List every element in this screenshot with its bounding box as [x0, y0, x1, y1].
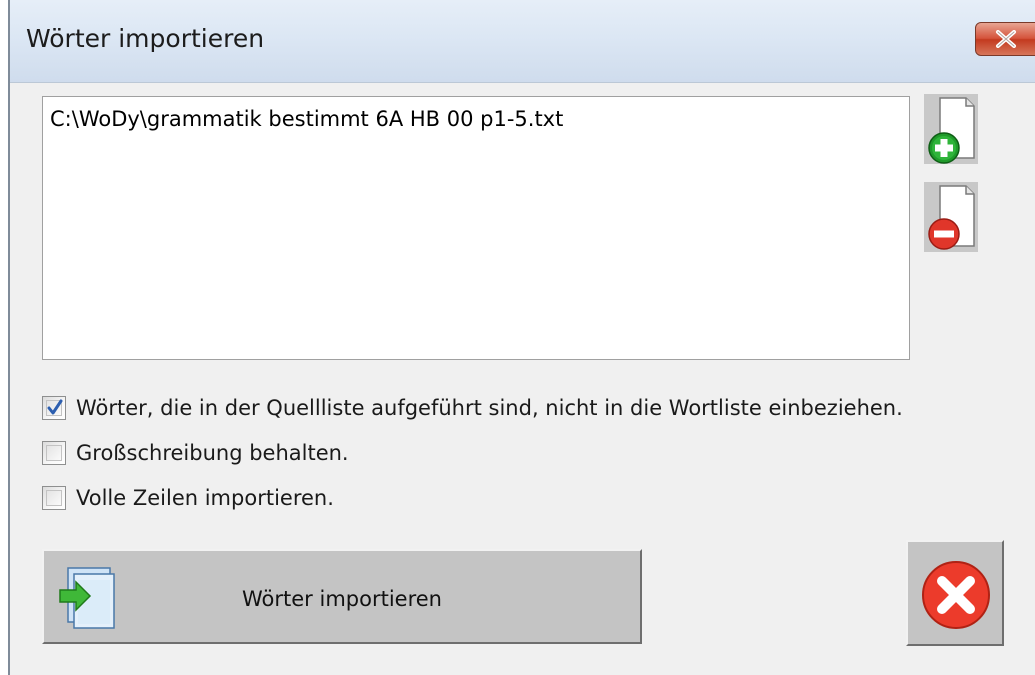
- window-title: Wörter importieren: [26, 24, 265, 53]
- import-words-dialog: Wörter importieren C:\WoDy\grammatik bes…: [8, 0, 1035, 675]
- remove-file-button[interactable]: [924, 182, 978, 252]
- add-file-icon: [924, 94, 978, 164]
- option-keep-capitalization[interactable]: Großschreibung behalten.: [42, 438, 349, 468]
- source-file-list[interactable]: C:\WoDy\grammatik bestimmt 6A HB 00 p1-5…: [42, 96, 910, 360]
- option-label[interactable]: Großschreibung behalten.: [76, 441, 349, 465]
- option-label[interactable]: Wörter, die in der Quellliste aufgeführt…: [76, 396, 903, 420]
- window-close-button[interactable]: [975, 22, 1035, 56]
- remove-file-icon: [924, 182, 978, 252]
- checkbox-checked[interactable]: [42, 396, 66, 420]
- option-label[interactable]: Volle Zeilen importieren.: [76, 486, 334, 510]
- option-import-full-lines[interactable]: Volle Zeilen importieren.: [42, 483, 334, 513]
- option-exclude-source-words[interactable]: Wörter, die in der Quellliste aufgeführt…: [42, 393, 903, 423]
- cancel-icon: [922, 561, 990, 629]
- title-bar[interactable]: Wörter importieren: [10, 0, 1035, 83]
- import-words-button[interactable]: Wörter importieren: [42, 549, 642, 644]
- checkbox-unchecked[interactable]: [42, 441, 66, 465]
- checkbox-unchecked[interactable]: [42, 486, 66, 510]
- cancel-button[interactable]: [906, 540, 1004, 646]
- add-file-button[interactable]: [924, 94, 978, 164]
- file-list-item[interactable]: C:\WoDy\grammatik bestimmt 6A HB 00 p1-5…: [50, 107, 563, 131]
- checkmark-icon: [47, 399, 63, 415]
- close-icon: [996, 30, 1016, 48]
- import-button-label: Wörter importieren: [242, 587, 442, 611]
